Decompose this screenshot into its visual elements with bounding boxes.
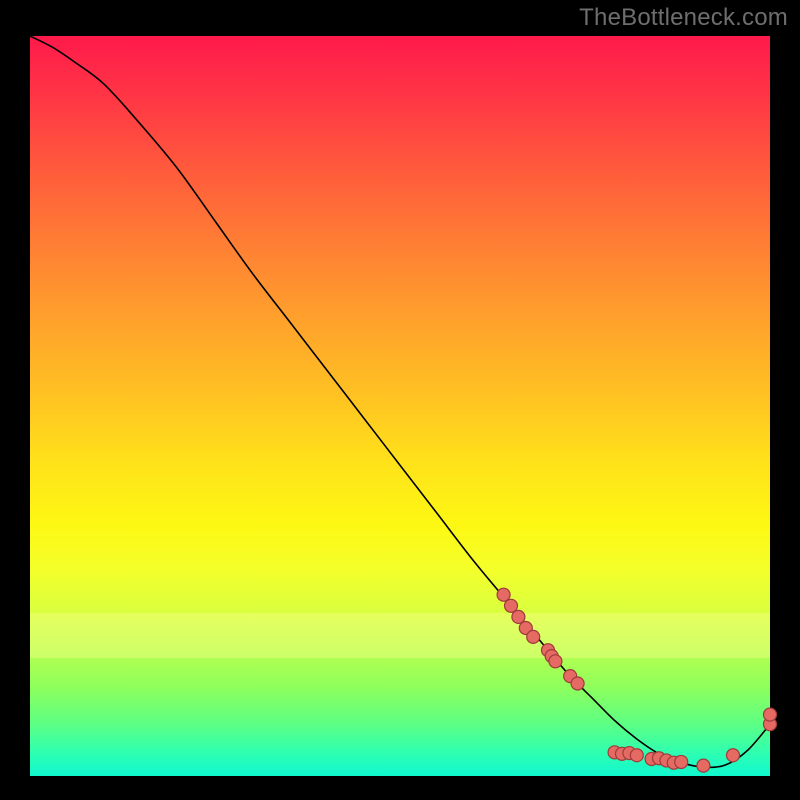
- data-point: [505, 599, 518, 612]
- data-point: [764, 708, 777, 721]
- data-point: [497, 588, 510, 601]
- data-point: [512, 610, 525, 623]
- data-point: [675, 755, 688, 768]
- data-markers: [497, 588, 776, 772]
- chart-container: TheBottleneck.com: [0, 0, 800, 800]
- watermark-text: TheBottleneck.com: [579, 4, 788, 32]
- data-point: [697, 759, 710, 772]
- bottleneck-curve: [30, 36, 770, 767]
- data-point: [630, 749, 643, 762]
- data-point: [571, 677, 584, 690]
- plot-area: [30, 36, 770, 776]
- data-point: [549, 655, 562, 668]
- data-point: [527, 630, 540, 643]
- data-point: [727, 749, 740, 762]
- chart-overlay: [30, 36, 770, 776]
